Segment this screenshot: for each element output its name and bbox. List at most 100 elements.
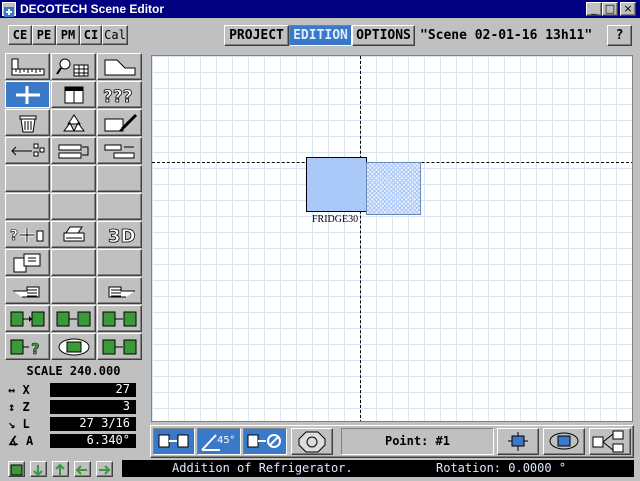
- snap-mode-button[interactable]: [153, 428, 195, 455]
- empty-tool-slot: [51, 249, 96, 276]
- view-toggle-tool[interactable]: [51, 333, 96, 360]
- no-snap-icon: [247, 434, 281, 448]
- module-cal-button[interactable]: Cal: [102, 25, 128, 45]
- svg-text:45°: 45°: [217, 435, 235, 446]
- coord-x-value: 27: [50, 383, 136, 397]
- vertical-arrow-icon: ↕: [8, 400, 16, 414]
- group-move-tool[interactable]: [51, 305, 96, 332]
- room-tool[interactable]: [97, 53, 142, 80]
- angle-snap-button[interactable]: 45°: [197, 428, 241, 455]
- center-target-icon: [508, 432, 528, 451]
- nav-up-button[interactable]: [52, 461, 69, 477]
- tab-options[interactable]: OPTIONS: [352, 25, 415, 46]
- nav-home-button[interactable]: [8, 461, 25, 477]
- group-move-icon: [102, 339, 137, 355]
- horizontal-arrow-icon: ↔: [8, 383, 16, 397]
- close-button[interactable]: ×: [620, 2, 636, 16]
- empty-tool-slot: [51, 277, 96, 304]
- window-title: DECOTECH Scene Editor: [20, 2, 165, 16]
- nav-down-button[interactable]: [30, 461, 47, 477]
- module-ci-button[interactable]: CI: [80, 25, 102, 45]
- fridge-object[interactable]: [306, 157, 367, 212]
- group-move-tool[interactable]: [97, 333, 142, 360]
- empty-tool-slot: [97, 193, 142, 220]
- empty-tool-slot: [51, 193, 96, 220]
- connect-button[interactable]: [589, 428, 631, 455]
- arrow-right-icon: [99, 465, 111, 475]
- app-icon: [2, 2, 16, 17]
- swap-icon: [104, 144, 135, 159]
- coord-l-label: ↘ L: [8, 417, 30, 431]
- svg-text:???: ???: [103, 87, 133, 105]
- 3d-view-button[interactable]: 3D: [97, 221, 142, 248]
- center-button[interactable]: [497, 428, 539, 455]
- align-icon: [11, 143, 45, 157]
- scale-label: SCALE 240.000: [26, 364, 121, 378]
- nav-right-button[interactable]: [96, 461, 113, 477]
- align-tool[interactable]: [5, 137, 50, 164]
- cabinet-tool[interactable]: [51, 81, 96, 108]
- module-pm-button[interactable]: PM: [56, 25, 80, 45]
- group-move-icon: [10, 311, 45, 327]
- empty-tool-slot: [5, 193, 50, 220]
- tab-project[interactable]: PROJECT: [224, 25, 289, 46]
- paint-icon: [104, 113, 138, 132]
- hand-left-icon: [13, 286, 40, 298]
- paint-tool[interactable]: [97, 109, 142, 136]
- ruler-tool[interactable]: [5, 53, 50, 80]
- coord-x-label: ↔ X: [8, 383, 30, 397]
- empty-tool-slot: [5, 165, 50, 192]
- no-snap-button[interactable]: [243, 428, 287, 455]
- query-tool[interactable]: ???: [97, 81, 142, 108]
- delete-tool[interactable]: [5, 109, 50, 136]
- add-cross-icon: [16, 86, 40, 104]
- angle-icon: ∡: [8, 434, 19, 448]
- group-move-icon: [56, 311, 91, 327]
- diagonal-arrow-icon: ↘: [8, 417, 16, 431]
- print-tool[interactable]: [51, 221, 96, 248]
- group-query-tool[interactable]: ?: [5, 333, 50, 360]
- magnify-grid-icon: [56, 58, 89, 77]
- coord-a-value: 6.340°: [50, 434, 136, 448]
- replace-tool[interactable]: [51, 137, 96, 164]
- coord-a-label: ∡ A: [8, 434, 34, 448]
- nav-left-button[interactable]: [74, 461, 91, 477]
- arrow-up-icon: [55, 463, 65, 475]
- coord-z-value: 3: [50, 400, 136, 414]
- question-marks-icon: ???: [103, 87, 133, 105]
- cabinet-icon: [64, 86, 84, 104]
- minimize-button[interactable]: _: [586, 2, 602, 16]
- group-query-icon: ?: [10, 339, 40, 357]
- rotate-button[interactable]: [543, 428, 585, 455]
- group-move-tool[interactable]: [97, 305, 142, 332]
- group-move-tool[interactable]: [5, 305, 50, 332]
- drawing-canvas[interactable]: FRIDGE30: [151, 55, 633, 422]
- module-ce-button[interactable]: CE: [8, 25, 32, 45]
- bottom-toolbar: 45° Point: #1: [150, 425, 634, 458]
- add-objects-icon: ?: [10, 228, 44, 244]
- hand-right-icon: [108, 286, 135, 298]
- trash-icon: [19, 115, 37, 133]
- 3d-icon: 3D: [108, 226, 136, 245]
- empty-tool-slot: [51, 165, 96, 192]
- swap-tool[interactable]: [97, 137, 142, 164]
- recycle-tool[interactable]: [51, 109, 96, 136]
- measure-tool[interactable]: [51, 53, 96, 80]
- grid-icon: [10, 464, 23, 476]
- maximize-button[interactable]: □: [602, 2, 618, 16]
- arrow-left-icon: [75, 465, 87, 475]
- point-right-tool[interactable]: [97, 277, 142, 304]
- point-left-tool[interactable]: [5, 277, 50, 304]
- help-button[interactable]: ?: [607, 25, 632, 46]
- module-pe-button[interactable]: PE: [32, 25, 56, 45]
- tab-edition[interactable]: EDITION: [289, 25, 352, 46]
- room-shape-icon: [104, 59, 136, 76]
- target-button[interactable]: [291, 428, 333, 455]
- add-tool[interactable]: [5, 81, 50, 108]
- arrow-down-icon: [33, 465, 43, 477]
- object-label: FRIDGE30: [312, 214, 359, 225]
- coord-l-value: 27 3/16: [50, 417, 136, 431]
- svg-text:?: ?: [31, 340, 40, 357]
- copy-tool[interactable]: [5, 249, 50, 276]
- multi-add-tool[interactable]: ?: [5, 221, 50, 248]
